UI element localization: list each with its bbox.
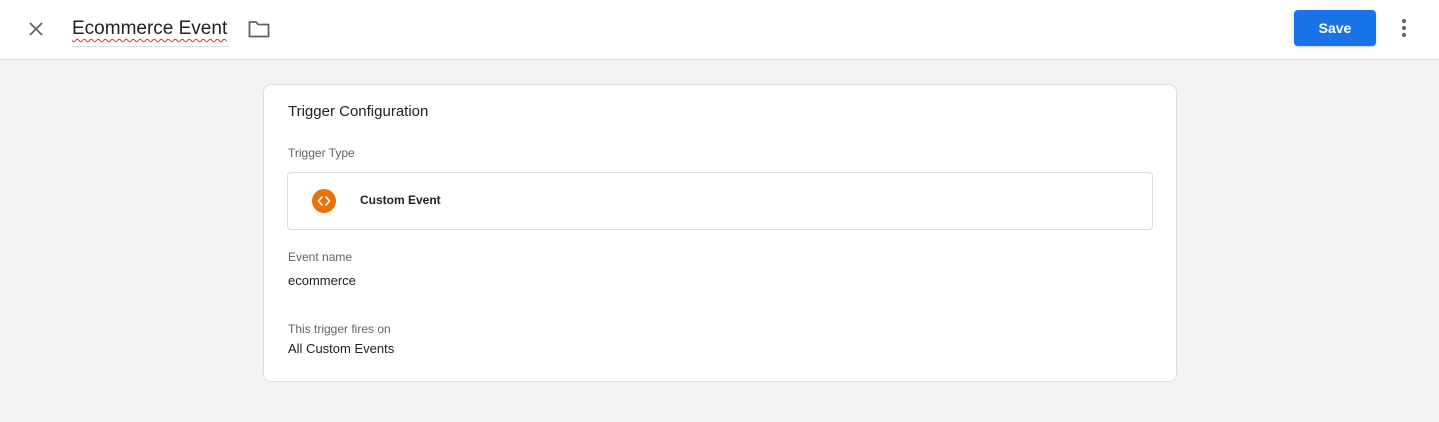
event-name-value: ecommerce	[288, 273, 356, 288]
save-button[interactable]: Save	[1294, 10, 1376, 46]
more-vert-icon[interactable]	[1392, 16, 1416, 40]
fires-on-value: All Custom Events	[288, 341, 395, 356]
trigger-type-name: Custom Event	[360, 193, 441, 207]
trigger-name-field[interactable]: Ecommerce Event	[72, 16, 230, 47]
close-icon[interactable]	[22, 15, 50, 43]
event-name-label: Event name	[288, 250, 353, 264]
trigger-configuration-card[interactable]: Trigger Configuration Trigger Type Custo…	[263, 84, 1177, 382]
card-title: Trigger Configuration	[288, 103, 429, 120]
code-brackets-icon	[312, 189, 336, 213]
trigger-type-label: Trigger Type	[288, 146, 355, 160]
trigger-name-text: Ecommerce Event	[72, 18, 228, 39]
top-bar: Ecommerce Event Save	[0, 0, 1439, 60]
folder-icon[interactable]	[247, 17, 271, 41]
fires-on-label: This trigger fires on	[288, 322, 391, 336]
trigger-type-selector[interactable]: Custom Event	[287, 172, 1153, 230]
